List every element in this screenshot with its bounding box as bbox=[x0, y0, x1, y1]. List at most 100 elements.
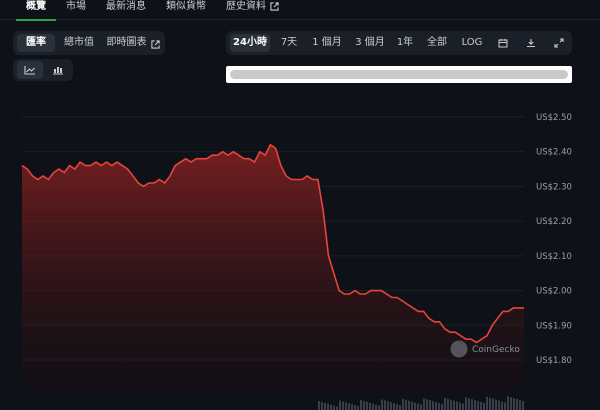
tab-overview[interactable]: 概覽 bbox=[16, 0, 56, 21]
volume-bar bbox=[495, 399, 497, 410]
volume-bar bbox=[357, 406, 359, 410]
volume-bar bbox=[363, 400, 365, 410]
volume-bar bbox=[414, 402, 416, 410]
volume-bar bbox=[501, 401, 503, 410]
volume-bar bbox=[321, 401, 323, 410]
volume-bar bbox=[405, 399, 407, 410]
range-all[interactable]: 全部 bbox=[422, 34, 452, 52]
volume-bar bbox=[336, 406, 338, 410]
tab-news[interactable]: 最新消息 bbox=[106, 0, 146, 20]
tab-similar-coins[interactable]: 類似貨幣 bbox=[166, 0, 206, 20]
volume-bar bbox=[498, 400, 500, 410]
volume-bar bbox=[417, 403, 419, 410]
volume-bar bbox=[375, 404, 377, 410]
volume-bar bbox=[435, 402, 437, 410]
coingecko-logo-icon bbox=[450, 340, 468, 358]
range-3m[interactable]: 3 個月 bbox=[350, 34, 390, 52]
volume-bar bbox=[471, 399, 473, 410]
line-chart-button[interactable] bbox=[17, 61, 43, 79]
volume-bar bbox=[513, 398, 515, 410]
volume-bar bbox=[318, 401, 320, 410]
volume-bar bbox=[384, 400, 386, 410]
y-tick-label: US$1.90 bbox=[536, 321, 572, 331]
segment-live-chart[interactable]: 即時圖表 bbox=[103, 34, 163, 52]
range-label: 1 個月 bbox=[312, 37, 342, 48]
tab-label: 概覽 bbox=[26, 1, 46, 12]
y-tick-label: US$2.30 bbox=[536, 182, 572, 192]
external-link-icon bbox=[150, 39, 160, 49]
volume-bar bbox=[483, 402, 485, 410]
volume-bar bbox=[465, 397, 467, 410]
range-log[interactable]: LOG bbox=[456, 34, 488, 52]
volume-bar bbox=[408, 400, 410, 410]
redacted-panel bbox=[226, 66, 572, 83]
chart-type-segment: 匯率 總市值 即時圖表 bbox=[13, 31, 165, 55]
segment-label: 匯率 bbox=[26, 37, 46, 48]
volume-bar bbox=[459, 402, 461, 410]
volume-bar bbox=[369, 402, 371, 410]
volume-bar bbox=[372, 403, 374, 410]
range-label: 全部 bbox=[427, 37, 447, 48]
download-icon bbox=[527, 39, 535, 48]
tab-markets[interactable]: 市場 bbox=[66, 0, 86, 20]
volume-bar bbox=[387, 401, 389, 410]
range-label: 3 個月 bbox=[355, 37, 385, 48]
range-24h[interactable]: 24小時 bbox=[230, 34, 270, 52]
volume-bar bbox=[522, 400, 524, 410]
volume-bar bbox=[396, 404, 398, 410]
volume-bar bbox=[519, 399, 521, 410]
volume-bar bbox=[453, 400, 455, 410]
segment-price[interactable]: 匯率 bbox=[17, 34, 55, 52]
volume-bar bbox=[348, 403, 350, 410]
calendar-icon bbox=[498, 39, 508, 48]
segment-label: 即時圖表 bbox=[106, 37, 147, 48]
volume-bar bbox=[504, 402, 506, 410]
active-tab-underline bbox=[16, 19, 56, 21]
volume-bar bbox=[327, 403, 329, 410]
volume-bar bbox=[342, 401, 344, 410]
download-button[interactable] bbox=[520, 34, 542, 52]
volume-bar bbox=[516, 399, 518, 410]
candlestick-icon bbox=[53, 67, 63, 75]
range-1m[interactable]: 1 個月 bbox=[308, 34, 346, 52]
y-tick-label: US$2.20 bbox=[536, 217, 572, 227]
watermark-text: CoinGecko bbox=[472, 345, 520, 355]
volume-bar bbox=[333, 405, 335, 410]
volume-bar bbox=[399, 404, 401, 410]
volume-bar bbox=[324, 402, 326, 410]
volume-bar bbox=[510, 397, 512, 410]
volume-bar bbox=[447, 398, 449, 410]
line-chart-icon bbox=[24, 66, 35, 75]
time-range-bar: 24小時 7天 1 個月 3 個月 1年 全部 LOG bbox=[226, 31, 572, 55]
tab-label: 類似貨幣 bbox=[166, 1, 206, 12]
range-7d[interactable]: 7天 bbox=[274, 34, 304, 52]
volume-bar bbox=[468, 398, 470, 410]
range-1y[interactable]: 1年 bbox=[392, 34, 418, 52]
volume-bar bbox=[420, 404, 422, 410]
volume-bar bbox=[351, 404, 353, 410]
volume-bar bbox=[486, 396, 488, 410]
segment-market-cap[interactable]: 總市值 bbox=[57, 34, 101, 52]
range-label: LOG bbox=[461, 37, 483, 48]
volume-bar bbox=[330, 404, 332, 410]
calendar-button[interactable] bbox=[492, 34, 514, 52]
volume-bar bbox=[411, 401, 413, 410]
y-tick-label: US$2.50 bbox=[536, 113, 572, 123]
volume-bar bbox=[474, 400, 476, 410]
volume-bar bbox=[426, 399, 428, 410]
volume-bar bbox=[507, 396, 509, 410]
range-label: 24小時 bbox=[233, 37, 267, 48]
price-chart[interactable]: US$2.50 US$2.40 US$2.30 US$2.20 US$2.10 US$2.… bbox=[0, 100, 600, 410]
volume-bar bbox=[378, 405, 380, 410]
tab-label: 歷史資料 bbox=[226, 1, 266, 12]
volume-bar bbox=[480, 401, 482, 410]
volume-bar bbox=[393, 403, 395, 410]
expand-icon bbox=[554, 38, 564, 48]
range-label: 1年 bbox=[396, 37, 414, 48]
y-tick-label: US$2.00 bbox=[536, 287, 572, 297]
candlestick-button[interactable] bbox=[45, 61, 71, 79]
volume-bar bbox=[402, 398, 404, 410]
volume-bar bbox=[381, 399, 383, 410]
expand-button[interactable] bbox=[548, 34, 570, 52]
tab-historical-data[interactable]: 歷史資料 bbox=[226, 0, 279, 20]
